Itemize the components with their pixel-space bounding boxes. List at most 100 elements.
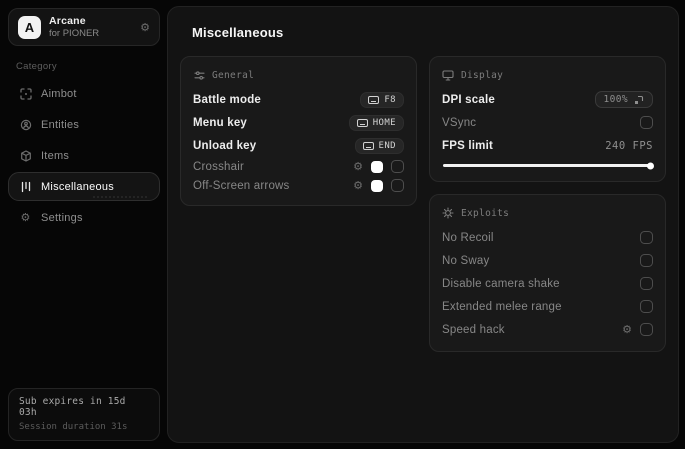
checkbox[interactable] xyxy=(640,231,653,244)
checkbox[interactable] xyxy=(640,277,653,290)
dpi-scale-value: 100% xyxy=(603,94,628,105)
gear-icon[interactable]: ⚙ xyxy=(353,161,363,172)
sidebar-item-items[interactable]: Items xyxy=(8,141,160,170)
setting-label: No Sway xyxy=(442,254,490,267)
crosshair-scan-icon xyxy=(19,87,32,100)
setting-row-no-recoil: No Recoil xyxy=(442,226,653,249)
exploits-panel: Exploits No Recoil No Sway Disable camer… xyxy=(429,194,666,352)
setting-row-vsync: VSync xyxy=(442,111,653,134)
brand-name: Arcane xyxy=(49,14,86,27)
monitor-icon xyxy=(442,69,454,81)
setting-row-menu-key: Menu key HOME xyxy=(193,111,404,134)
setting-label: Menu key xyxy=(193,116,248,129)
brand-card: A Arcane for PIONER ⚙ xyxy=(8,8,160,46)
sidebar-item-miscellaneous[interactable]: Miscellaneous xyxy=(8,172,160,201)
session-duration-text: Session duration 31s xyxy=(19,422,128,432)
display-panel-header: Display xyxy=(442,69,653,81)
sliders-icon xyxy=(193,69,205,81)
gear-icon: ⚙ xyxy=(20,211,31,224)
panels-row: General Battle mode F8 Menu key HOME Unl… xyxy=(180,56,666,352)
exploits-panel-header: Exploits xyxy=(442,207,653,219)
setting-label: Extended melee range xyxy=(442,300,562,313)
keybind-button[interactable]: END xyxy=(354,137,404,154)
setting-label: Crosshair xyxy=(193,160,245,173)
setting-row-battle-mode: Battle mode F8 xyxy=(193,88,404,111)
setting-label: FPS limit xyxy=(442,139,494,152)
brand-subtitle: for PIONER xyxy=(49,27,100,39)
setting-label: Disable camera shake xyxy=(442,277,560,290)
right-column: Display DPI scale 100% VSync FPS limit 2… xyxy=(429,56,666,352)
keybind-button[interactable]: F8 xyxy=(360,91,404,108)
columns-icon xyxy=(19,180,32,193)
setting-row-speed-hack: Speed hack ⚙ xyxy=(442,318,653,341)
fps-limit-value: 240 FPS xyxy=(605,139,653,152)
page-title: Miscellaneous xyxy=(192,25,284,40)
general-panel-header: General xyxy=(193,69,404,81)
setting-row-disable-camera-shake: Disable camera shake xyxy=(442,272,653,295)
brand-logo: A xyxy=(18,15,41,39)
brand-text: Arcane for PIONER xyxy=(49,15,99,40)
app-window: A Arcane for PIONER ⚙ Category Aimbot En… xyxy=(0,0,685,449)
subscription-info-card: Sub expires in 15d 03h Session duration … xyxy=(8,388,160,441)
setting-label: Battle mode xyxy=(193,93,262,106)
sidebar-item-label: Items xyxy=(41,149,70,162)
row-controls: ⚙ xyxy=(353,179,404,192)
virus-icon xyxy=(442,207,454,219)
checkbox[interactable] xyxy=(640,300,653,313)
panel-title: General xyxy=(212,69,255,81)
selected-item-dots xyxy=(93,196,147,198)
sidebar: A Arcane for PIONER ⚙ Category Aimbot En… xyxy=(0,0,167,449)
category-label: Category xyxy=(16,61,57,72)
package-icon xyxy=(19,149,32,162)
setting-label: Speed hack xyxy=(442,323,505,336)
entities-icon xyxy=(19,118,32,131)
setting-label: No Recoil xyxy=(442,231,494,244)
sidebar-item-label: Settings xyxy=(41,211,83,224)
color-swatch[interactable] xyxy=(371,179,383,192)
setting-label: Unload key xyxy=(193,139,257,152)
display-panel: Display DPI scale 100% VSync FPS limit 2… xyxy=(429,56,666,182)
keyboard-icon xyxy=(368,95,380,104)
left-column: General Battle mode F8 Menu key HOME Unl… xyxy=(180,56,417,206)
keybind-button[interactable]: HOME xyxy=(348,114,404,131)
gear-icon[interactable]: ⚙ xyxy=(353,180,363,191)
panel-title: Exploits xyxy=(461,207,510,219)
keybind-value: HOME xyxy=(372,117,396,128)
checkbox[interactable] xyxy=(391,160,404,173)
fps-limit-slider[interactable] xyxy=(443,162,654,169)
row-controls: ⚙ xyxy=(622,323,653,336)
keybind-value: F8 xyxy=(384,94,396,105)
sub-expires-text: Sub expires in 15d 03h xyxy=(19,396,126,418)
dpi-scale-select[interactable]: 100% xyxy=(594,91,653,108)
checkbox[interactable] xyxy=(391,179,404,192)
setting-label: Off-Screen arrows xyxy=(193,179,290,192)
setting-row-offscreen-arrows: Off-Screen arrows ⚙ xyxy=(193,176,404,195)
checkbox[interactable] xyxy=(640,254,653,267)
gear-icon[interactable]: ⚙ xyxy=(622,324,632,335)
sidebar-item-settings[interactable]: ⚙ Settings xyxy=(8,203,160,232)
row-controls: ⚙ xyxy=(353,160,404,173)
setting-label: DPI scale xyxy=(442,93,495,106)
checkbox[interactable] xyxy=(640,323,653,336)
setting-row-extended-melee-range: Extended melee range xyxy=(442,295,653,318)
main-content: Miscellaneous General Battle mode F8 Men… xyxy=(167,6,679,443)
sidebar-item-label: Miscellaneous xyxy=(41,180,114,193)
setting-label: VSync xyxy=(442,116,477,129)
setting-row-fps-limit: FPS limit 240 FPS xyxy=(442,134,653,157)
checkbox[interactable] xyxy=(640,116,653,129)
sidebar-item-label: Entities xyxy=(41,118,80,131)
gear-icon[interactable]: ⚙ xyxy=(140,22,150,33)
setting-row-unload-key: Unload key END xyxy=(193,134,404,157)
sidebar-item-aimbot[interactable]: Aimbot xyxy=(8,79,160,108)
setting-row-no-sway: No Sway xyxy=(442,249,653,272)
slider-knob[interactable] xyxy=(647,162,654,169)
setting-row-dpi-scale: DPI scale 100% xyxy=(442,88,653,111)
color-swatch[interactable] xyxy=(371,160,383,173)
sidebar-item-entities[interactable]: Entities xyxy=(8,110,160,139)
general-panel: General Battle mode F8 Menu key HOME Unl… xyxy=(180,56,417,206)
keybind-value: END xyxy=(378,140,396,151)
scale-icon xyxy=(635,95,644,104)
keyboard-icon xyxy=(362,141,374,150)
panel-title: Display xyxy=(461,69,504,81)
keyboard-icon xyxy=(356,118,368,127)
